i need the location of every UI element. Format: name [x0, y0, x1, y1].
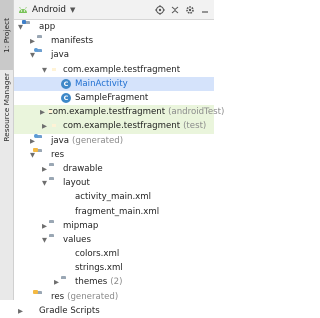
expand-down-icon[interactable]: ▼ [40, 66, 49, 74]
folder-icon [61, 277, 72, 287]
java-folder-icon [37, 50, 48, 60]
tree-item-label: layout [63, 178, 90, 189]
tree-item-label: Gradle Scripts [39, 305, 100, 316]
tree-row[interactable]: colors.xml [14, 247, 214, 261]
view-selector[interactable]: Android ▼ [14, 5, 75, 15]
tree-item-suffix: (androidTest) [168, 107, 225, 118]
tree-row[interactable]: ▶ com.example.testfragment (test) [14, 119, 214, 134]
android-icon [19, 6, 27, 13]
tree-item-label: com.example.testfragment [63, 121, 181, 132]
tree-row[interactable]: ▶ com.example.testfragment (androidTest) [14, 105, 224, 120]
expand-right-icon[interactable]: ▶ [40, 108, 45, 116]
tree-item-suffix: (generated) [72, 135, 124, 146]
tree-item-label: java [51, 135, 70, 146]
project-toolbar: Android ▼ [14, 0, 214, 20]
expand-down-icon[interactable]: ▼ [28, 151, 37, 159]
tree-row[interactable]: ▶ mipmap [14, 219, 214, 233]
side-tool-strip: 1: Project Resource Manager [0, 0, 14, 300]
tree-item-label: res [51, 149, 65, 160]
tab-resource-manager-label: Resource Manager [2, 72, 11, 142]
tree-item-label: app [39, 22, 56, 33]
tree-item-label: res [51, 291, 65, 302]
folder-icon [37, 36, 48, 46]
gear-icon[interactable] [184, 4, 195, 15]
minimize-icon[interactable] [199, 4, 210, 15]
xml-file-icon [61, 249, 72, 259]
tree-row[interactable]: res (generated) [14, 290, 214, 304]
tree-row[interactable]: ▼ res [14, 148, 214, 162]
tree-row[interactable]: ▶ drawable [14, 162, 214, 176]
expand-right-icon[interactable]: ▶ [16, 307, 25, 315]
folder-icon [49, 235, 60, 245]
tree-item-label: mipmap [63, 220, 99, 231]
tree-row[interactable]: fragment_main.xml [14, 204, 214, 218]
tree-item-suffix: (2) [110, 277, 123, 288]
tree-item-label: manifests [51, 36, 94, 47]
expand-down-icon[interactable]: ▼ [28, 51, 37, 59]
tree-row[interactable]: strings.xml [14, 261, 214, 275]
tree-item-label: drawable [63, 163, 103, 174]
module-folder-icon [25, 22, 36, 32]
tree-item-label: SampleFragment [75, 93, 149, 104]
folder-icon [49, 221, 60, 231]
res-folder-icon [37, 150, 48, 160]
tree-row[interactable]: ▶ Gradle Scripts [14, 304, 214, 318]
tree-row[interactable]: ▶ themes (2) [14, 275, 214, 289]
expand-right-icon[interactable]: ▶ [40, 222, 49, 230]
expand-right-icon[interactable]: ▶ [52, 278, 61, 286]
tree-row[interactable]: activity_main.xml [14, 190, 214, 204]
view-selector-label: Android [32, 4, 67, 15]
project-tree: ▼ app ▶ manifests ▼ java ▼ com.example.testfrag… [14, 20, 224, 318]
tree-row[interactable]: ▼ java [14, 48, 214, 62]
xml-file-icon [61, 192, 72, 202]
target-icon[interactable] [154, 4, 165, 15]
tree-item-label: com.example.testfragment [48, 107, 166, 118]
package-icon [49, 65, 60, 75]
gradle-icon [25, 306, 36, 316]
tree-row[interactable]: C SampleFragment [14, 91, 214, 105]
tree-item-label: fragment_main.xml [75, 206, 160, 217]
res-folder-icon [37, 292, 48, 302]
tree-row[interactable]: ▼ values [14, 233, 214, 247]
tree-item-label: strings.xml [75, 263, 123, 274]
expand-down-icon[interactable]: ▼ [40, 236, 49, 244]
expand-down-icon[interactable]: ▼ [16, 23, 25, 31]
tree-item-label: com.example.testfragment [63, 64, 181, 75]
tree-row[interactable]: ▼ app [14, 20, 214, 34]
tree-item-label: activity_main.xml [75, 192, 152, 203]
xml-file-icon [61, 263, 72, 273]
java-folder-icon [37, 136, 48, 146]
tab-project[interactable]: 1: Project [0, 0, 13, 70]
expand-right-icon[interactable]: ▶ [40, 165, 49, 173]
tab-resource-manager[interactable]: Resource Manager [0, 66, 13, 148]
expand-down-icon[interactable]: ▼ [40, 179, 49, 187]
tree-row[interactable]: ▼ com.example.testfragment [14, 63, 214, 77]
folder-icon [49, 178, 60, 188]
collapse-icon[interactable] [169, 4, 180, 15]
expand-right-icon[interactable]: ▶ [40, 122, 49, 130]
package-icon [49, 121, 60, 131]
xml-file-icon [61, 207, 72, 217]
tree-row[interactable]: C MainActivity [14, 76, 214, 91]
folder-icon [49, 164, 60, 174]
tab-project-label: 1: Project [2, 17, 11, 53]
tree-item-suffix: (generated) [67, 291, 119, 302]
tree-row[interactable]: ▶ manifests [14, 34, 214, 48]
tree-item-label: colors.xml [75, 249, 120, 260]
expand-right-icon[interactable]: ▶ [28, 137, 37, 145]
expand-right-icon[interactable]: ▶ [28, 37, 37, 45]
tree-row[interactable]: ▼ layout [14, 176, 214, 190]
tree-item-suffix: (test) [183, 121, 207, 132]
tree-item-label: themes [75, 277, 108, 288]
tree-item-label: MainActivity [75, 78, 128, 89]
chevron-down-icon: ▼ [70, 5, 76, 14]
tree-item-label: values [63, 234, 91, 245]
class-icon: C [61, 93, 72, 104]
tree-row[interactable]: ▶ java (generated) [14, 134, 214, 148]
tree-item-label: java [51, 50, 70, 61]
class-icon: C [61, 78, 72, 89]
